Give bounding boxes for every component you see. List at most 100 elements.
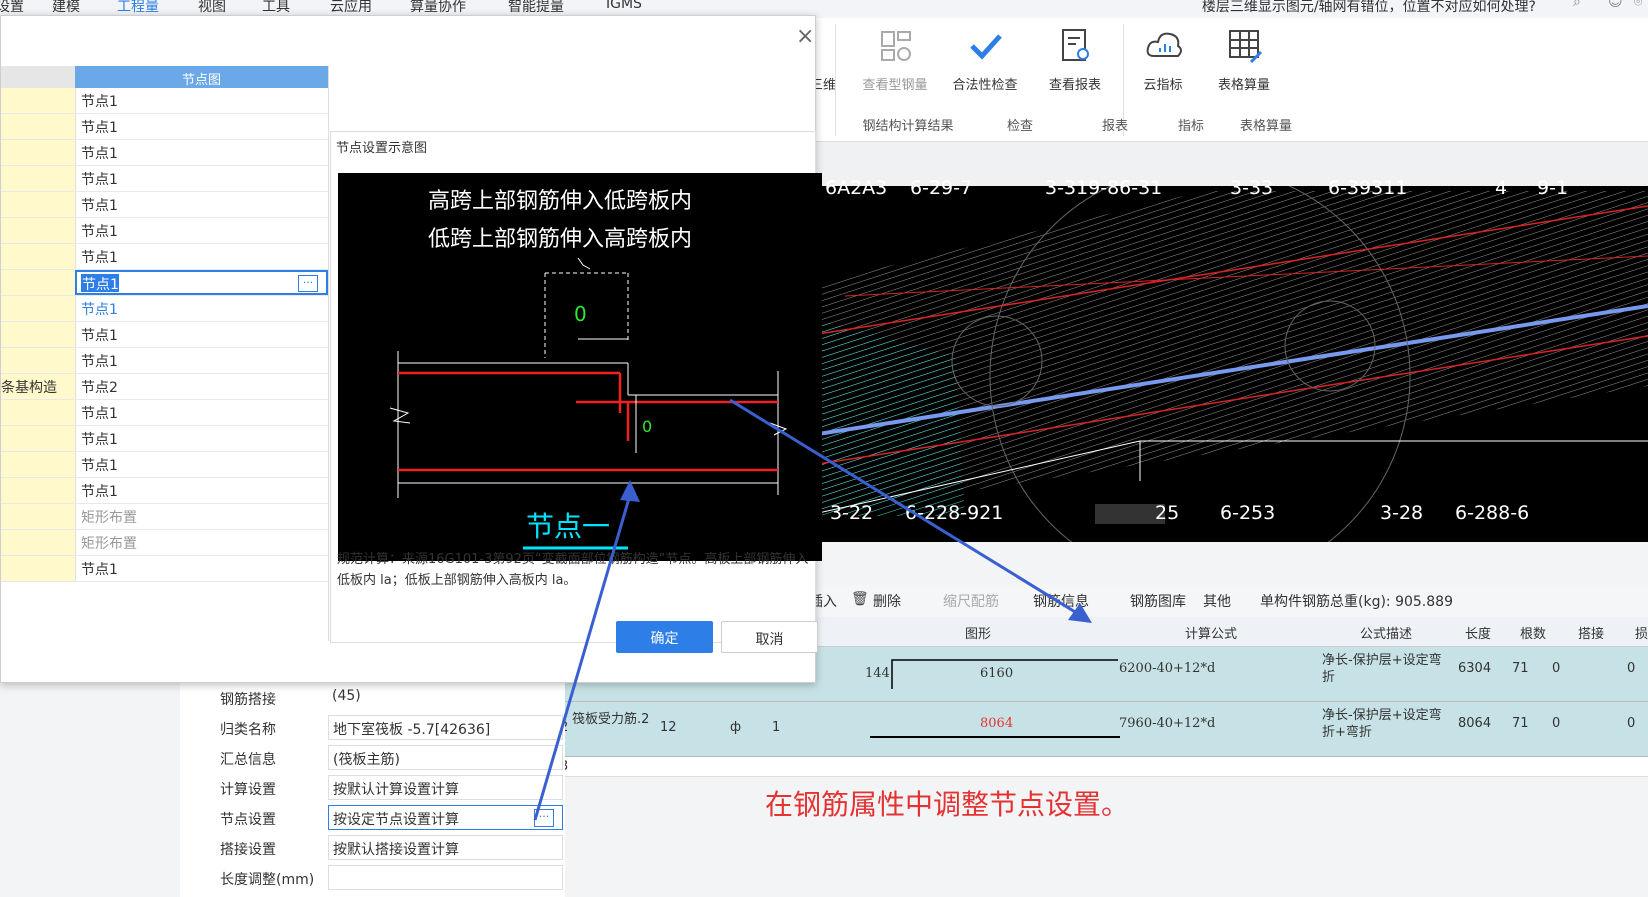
col-header-desc: 公式描述 [1360,627,1413,642]
group-table: 表格算量 [1239,119,1292,134]
col-header-shape: 图形 [965,627,992,642]
axis-label: 6A2A3 [825,177,888,199]
group-check: 检查 [1006,119,1033,134]
axis-label: 6-39311 [1328,177,1408,199]
col-header-count: 根数 [1520,627,1547,642]
axis-label: 3-28 [1380,502,1424,524]
prop-value[interactable]: 按默认搭接设置计算 [328,835,563,860]
3d-viewport[interactable]: 6A2A3 6-29-7 3-319-86-31 3-33 6-39311 4 … [804,165,1648,587]
prop-value[interactable]: 按默认计算设置计算 [328,775,563,800]
table-row[interactable]: 2 筏板受力筋.2 12 ф 1 8064 7960-40+12*d 净长-保护… [560,702,1648,757]
axis-label: 3-319-86-31 [1045,177,1163,199]
node-diagram: 高跨上部钢筋伸入低跨板内 低跨上部钢筋伸入高跨板内 0 0 节点一 [338,173,822,561]
axis-label: 3-22 [830,502,874,524]
other-dropdown[interactable]: 其他 [1203,591,1231,611]
list-item[interactable]: 节点1 [1,244,328,270]
list-item[interactable]: 节点1 [1,322,328,348]
selected-value: 节点1 [82,277,119,293]
help-question-link[interactable]: 楼层三维显示图元/轴网有错位，位置不对应如何处理? [1202,0,1536,16]
group-report: 报表 [1101,119,1128,134]
list-item[interactable]: 节点1 [1,192,328,218]
figure-zero-label: 0 [642,417,653,436]
close-icon[interactable]: × [796,24,814,49]
list-item[interactable]: 节点1 [1,218,328,244]
list-item[interactable]: 节点1 [1,296,328,322]
ribbon: 三维 查看型钢量 合法性检查 查看报表 云指标 表格算量 钢结构计算结果 检查 … [805,18,1648,142]
ok-button[interactable]: 确定 [616,621,713,653]
prop-label: 归类名称 [220,722,276,738]
cancel-button[interactable]: 取消 [721,621,818,653]
checkmark-icon [970,34,1002,60]
figure-text-2: 低跨上部钢筋伸入高跨板内 [428,227,693,252]
node-setting-field[interactable]: 按设定节点设置计算 [328,805,563,830]
node-list: 节点1 节点1 节点1 节点1 节点1 节点1 节点1 节点1 节点1 ··· … [1,84,328,608]
prop-label: 搭接设置 [220,842,276,858]
menu-item-tools[interactable]: 工具 [262,0,290,16]
ellipsis-button[interactable]: ··· [298,275,318,292]
table-row[interactable]: 3 [560,757,1648,777]
list-item[interactable]: 节点1 [1,556,328,582]
list-item[interactable]: 节点1 [1,426,328,452]
col-header-lap: 搭接 [1578,627,1605,642]
axis-label: 25 [1155,502,1180,524]
list-item[interactable]: 节点1 [1,452,328,478]
cloud-chart-icon [1146,32,1182,57]
rebar-property-panel: 钢筋搭接 (45) 归类名称 地下室筏板 -5.7[42636] 汇总信息 (筏… [180,665,565,897]
trash-icon: 🗑 [851,591,869,607]
menu-item-modeling[interactable]: 建模 [52,0,80,16]
list-item-selected[interactable]: 节点1 [1,270,328,296]
rebar-toolbar: 插入 🗑 删除 缩尺配筋 钢筋信息 钢筋图库 其他 单构件钢筋总重(kg): 9… [805,585,1648,617]
rebar-info-button[interactable]: 钢筋信息 [1033,591,1089,611]
col-header-length: 长度 [1465,627,1492,642]
prop-label: 计算设置 [220,782,276,798]
menu-item-cloud[interactable]: 云应用 [330,0,372,16]
delete-button[interactable]: 删除 [873,591,901,611]
prop-value[interactable]: 地下室筏板 -5.7[42636] [328,715,563,740]
scale-rebar-button[interactable]: 缩尺配筋 [943,591,999,611]
menu-item-igms[interactable]: IGMS [606,0,642,12]
axis-label: 4 [1495,177,1508,199]
list-item[interactable]: 节点1 [1,478,328,504]
3d-slab-render [804,165,1648,587]
list-item[interactable]: 节点1 [1,348,328,374]
list-item[interactable]: 矩形布置 [1,530,328,556]
figure-text-1: 高跨上部钢筋伸入低跨板内 [428,189,693,214]
rebar-library-button[interactable]: 钢筋图库 [1130,591,1186,611]
menu-item-smart[interactable]: 智能提量 [508,0,564,16]
prop-label: 节点设置 [220,812,276,828]
prop-value[interactable] [328,865,563,890]
group-index: 指标 [1177,119,1204,134]
user-icon[interactable]: ☺ [1608,0,1623,10]
prop-value[interactable]: (45) [328,685,563,710]
axis-label: 3-33 [1230,177,1274,199]
figure-caption: 节点一 [526,510,611,543]
prop-label: 钢筋搭接 [220,692,276,708]
list-item[interactable]: 节点1 [1,400,328,426]
list-item[interactable]: 节点1 [1,88,328,114]
list-item[interactable]: 节点1 [1,166,328,192]
annotation-text: 在钢筋属性中调整节点设置。 [765,788,1130,821]
list-item[interactable]: 节点1 [1,114,328,140]
location-icon[interactable]: ⌾ [1634,0,1642,10]
figure-zero-label: 0 [574,302,587,326]
prop-value[interactable]: (筏板主筋) [328,745,563,770]
rebar-shape-diagram [870,736,1120,738]
menu-item-collab[interactable]: 算量协作 [410,0,466,16]
col-header-loss: 损 [1635,627,1648,642]
list-item[interactable]: 条基构造 节点2 [1,374,328,400]
list-item[interactable]: 节点1 [1,140,328,166]
prop-label: 长度调整(mm) [220,872,315,888]
menu-item-view[interactable]: 视图 [198,0,226,16]
axis-label: 6-228-921 [905,502,1004,524]
total-weight: 单构件钢筋总重(kg): 905.889 [1260,594,1453,610]
col-header-formula: 计算公式 [1185,627,1238,642]
search-icon[interactable]: ⌕ [1573,0,1581,10]
axis-label: 6-253 [1220,502,1276,524]
prop-label: 汇总信息 [220,752,276,768]
axis-label: 9-1 [1537,177,1569,199]
menu-item-settings[interactable]: 设置 [0,0,24,16]
list-item[interactable]: 矩形布置 [1,504,328,530]
report-icon [1062,29,1089,61]
ellipsis-button[interactable]: ··· [534,809,554,827]
axis-label: 6-288-6 [1455,502,1530,524]
